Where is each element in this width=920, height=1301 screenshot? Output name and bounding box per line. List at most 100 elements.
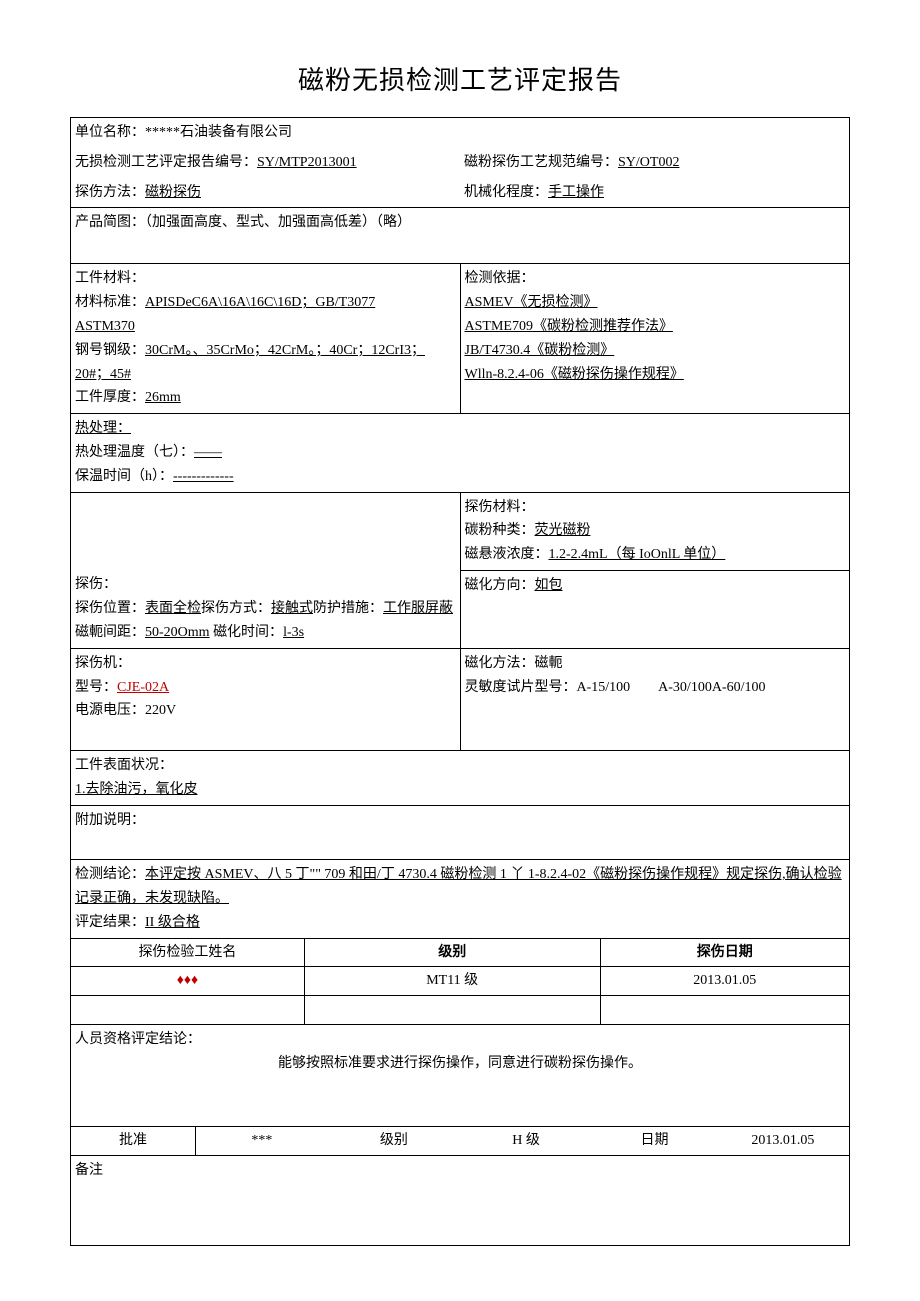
addl-label: 附加说明： (75, 809, 845, 833)
report-no-value: SY/MTP2013001 (257, 155, 357, 170)
method-value: 磁粉探伤 (145, 185, 201, 200)
mode-value: 接触式 (271, 601, 313, 616)
powder-label: 碳粉种类： (465, 523, 535, 538)
mech-value: 手工操作 (548, 185, 604, 200)
sig-name: ♦♦♦ (71, 967, 304, 996)
qual-text: 能够按照标准要求进行探伤操作，同意进行碳粉探伤操作。 (75, 1052, 845, 1076)
inspect-label: 探伤： (75, 573, 456, 597)
notes-cell: 备注 (71, 1155, 850, 1245)
basis-l1: ASMEV《无损检测》 (465, 291, 846, 315)
basis-l4: Wlln-8.2.4-06《磁粉探伤操作规程》 (465, 363, 846, 387)
spec-no-label: 磁粉探伤工艺规范编号： (464, 155, 618, 170)
ap-v1: *** (195, 1127, 327, 1155)
ap-v3: 2013.01.05 (717, 1127, 849, 1155)
conclusion-cell: 检测结论：本评定按 ASMEV、八 5 丁"" 709 和田/丁 4730.4 … (71, 860, 850, 938)
conclusion-text: 本评定按 ASMEV、八 5 丁"" 709 和田/丁 4730.4 磁粉检测 … (75, 867, 842, 906)
result-value: II 级合格 (145, 915, 200, 930)
qual-cell: 人员资格评定结论： 能够按照标准要求进行探伤操作，同意进行碳粉探伤操作。 (71, 1025, 850, 1127)
sens-label: 灵敏度试片型号：A-15/100 A-30/100A-60/100 (465, 676, 846, 700)
sig-h3: 探伤日期 (600, 939, 849, 967)
sig-empty3 (600, 996, 849, 1024)
spec-no-value: SY/OT002 (618, 155, 679, 170)
method-cell: 探伤方法：磁粉探伤 (71, 178, 461, 208)
result-label: 评定结果： (75, 915, 145, 930)
heat-temp-label: 热处理温度（七）： (75, 445, 194, 460)
volt-label: 电源电压：220V (75, 699, 456, 723)
report-no-label: 无损检测工艺评定报告编号： (75, 155, 257, 170)
inspect-empty (71, 492, 461, 570)
conc-value: 1.2-2.4mL（每 IoOnlL 单位） (549, 547, 726, 562)
grade-label: 钢号钢级： (75, 343, 145, 358)
page-title: 磁粉无损检测工艺评定报告 (70, 60, 850, 97)
report-table: 单位名称：*****石油装备有限公司 无损检测工艺评定报告编号：SY/MTP20… (70, 117, 850, 1246)
material-label: 工件材料： (75, 267, 456, 291)
method-label: 探伤方法： (75, 185, 145, 200)
sig-h1: 探伤检验工姓名 (71, 939, 304, 967)
qual-label: 人员资格评定结论： (75, 1028, 845, 1052)
heat-label: 热处理： (75, 417, 845, 441)
dir-label: 磁化方向： (465, 578, 535, 593)
company-row: 单位名称：*****石油装备有限公司 (71, 118, 850, 148)
prot-label: 防护措施： (313, 601, 383, 616)
heat-cell: 热处理： 热处理温度（七）：—— 保温时间（h）：------------- (71, 414, 850, 492)
heat-temp-value: —— (194, 445, 222, 460)
sig-date: 2013.01.05 (600, 967, 849, 996)
thickness-label: 工件厚度： (75, 390, 145, 405)
std-value: APISDeC6A\16A\16C\16D；GB/T3077 (145, 295, 375, 310)
basis-l3: JB/T4730.4《碳粉检测》 (465, 339, 846, 363)
surface-l1: 1.去除油污，氧化皮 (75, 778, 845, 802)
std-value2: ASTM370 (75, 315, 456, 339)
yoke-label: 磁軛间距： (75, 625, 145, 640)
conc-label: 磁悬液浓度： (465, 547, 549, 562)
dir-value: 如包 (535, 578, 563, 593)
mode-label: 探伤方式： (201, 601, 271, 616)
ap-h1: 批准 (71, 1127, 195, 1155)
company-value: *****石油装备有限公司 (145, 125, 292, 140)
basis-cell: 检测依据： ASMEV《无损检测》 ASTME709《碳粉检测推荐作法》 JB/… (460, 264, 850, 414)
yoke-value: 50-20Omm (145, 625, 210, 640)
machine-label: 探伤机： (75, 652, 456, 676)
addl-cell: 附加说明： (71, 805, 850, 860)
mech-label: 机械化程度： (464, 185, 548, 200)
ap-v2: H 级 (460, 1127, 592, 1155)
material-cell: 探伤材料： 碳粉种类：荧光磁粉 磁悬液浓度：1.2-2.4mL（每 IoOnlL… (460, 492, 850, 570)
approve-wrap: 批准 *** 级别 H 级 日期 2013.01.05 (71, 1127, 850, 1156)
spec-no-cell: 磁粉探伤工艺规范编号：SY/OT002 (460, 148, 850, 178)
prot-value: 工作服屏蔽 (383, 601, 453, 616)
machine-left: 探伤机： 型号：CJE-02A 电源电压：220V (71, 648, 461, 750)
ap-h3: 日期 (592, 1127, 716, 1155)
powder-value: 荧光磁粉 (535, 523, 591, 538)
std-label: 材料标准： (75, 295, 145, 310)
sig-wrap: 探伤检验工姓名 级别 探伤日期 ♦♦♦ MT11 级 2013.01.05 (71, 938, 850, 1024)
surface-cell: 工件表面状况： 1.去除油污，氧化皮 (71, 751, 850, 806)
sig-empty1 (71, 996, 304, 1024)
time-label: 磁化时间： (213, 625, 283, 640)
mat-label: 探伤材料： (465, 496, 846, 520)
sig-level: MT11 级 (304, 967, 600, 996)
dir-cell: 磁化方向：如包 (460, 570, 850, 648)
sketch-cell: 产品简图：（加强面高度、型式、加强面高低差）（略） (71, 208, 850, 264)
basis-l2: ASTME709《碳粉检测推荐作法》 (465, 315, 846, 339)
workpiece-cell: 工件材料： 材料标准：APISDeC6A\16A\16C\16D；GB/T307… (71, 264, 461, 414)
pos-value: 表面全检 (145, 601, 201, 616)
time-value: l-3s (283, 625, 304, 640)
report-no-cell: 无损检测工艺评定报告编号：SY/MTP2013001 (71, 148, 461, 178)
thickness-value: 26mm (145, 390, 181, 405)
ap-h2: 级别 (328, 1127, 460, 1155)
conclusion-label: 检测结论： (75, 867, 145, 882)
mech-cell: 机械化程度：手工操作 (460, 178, 850, 208)
pos-label: 探伤位置： (75, 601, 145, 616)
heat-hold-label: 保温时间（h）： (75, 469, 173, 484)
notes-label: 备注 (75, 1159, 845, 1183)
machine-right: 磁化方法：磁軛 灵敏度试片型号：A-15/100 A-30/100A-60/10… (460, 648, 850, 750)
company-label: 单位名称： (75, 125, 145, 140)
mag-method: 磁化方法：磁軛 (465, 652, 846, 676)
model-value: CJE-02A (117, 680, 169, 695)
basis-label: 检测依据： (465, 267, 846, 291)
surface-label: 工件表面状况： (75, 754, 845, 778)
sig-h2: 级别 (304, 939, 600, 967)
heat-hold-value: ------------- (173, 469, 234, 484)
inspect-cell: 探伤： 探伤位置：表面全检探伤方式：接触式防护措施：工作服屏蔽磁軛间距：50-2… (71, 570, 461, 648)
model-label: 型号： (75, 680, 117, 695)
sig-empty2 (304, 996, 600, 1024)
